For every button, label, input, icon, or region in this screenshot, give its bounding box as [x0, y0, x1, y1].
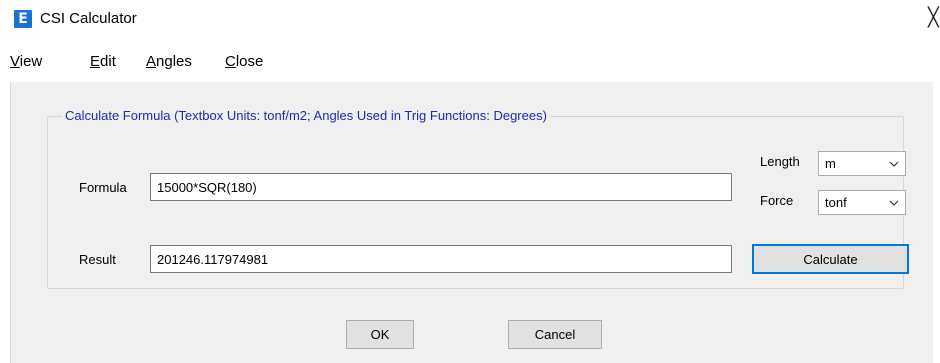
- menu-edit[interactable]: Edit: [90, 52, 116, 72]
- calculate-formula-group: Calculate Formula (Textbox Units: tonf/m…: [47, 107, 909, 289]
- cancel-button[interactable]: Cancel: [508, 320, 602, 349]
- menu-close-mnemonic: C: [225, 53, 236, 70]
- chevron-down-icon: [889, 161, 899, 167]
- length-select-value: m: [825, 156, 836, 171]
- menu-angles-label: ngles: [156, 53, 192, 70]
- menu-view-label: iew: [19, 53, 43, 70]
- menu-angles-mnemonic: A: [146, 53, 157, 70]
- menu-close-label: lose: [235, 53, 264, 70]
- chevron-down-icon: [889, 200, 899, 206]
- csi-calculator-window: E CSI Calculator ╳ View Edit Angles Clos…: [0, 0, 940, 363]
- menu-edit-mnemonic: E: [90, 53, 101, 70]
- formula-label: Formula: [79, 180, 127, 195]
- force-select[interactable]: tonf: [818, 190, 906, 215]
- menu-angles[interactable]: Angles: [146, 52, 192, 72]
- close-icon[interactable]: ╳: [928, 8, 939, 28]
- result-input[interactable]: [150, 245, 732, 273]
- length-select[interactable]: m: [818, 151, 906, 176]
- result-label: Result: [79, 252, 116, 267]
- calculate-button[interactable]: Calculate: [752, 244, 909, 274]
- force-select-value: tonf: [825, 195, 847, 210]
- group-caption: Calculate Formula (Textbox Units: tonf/m…: [62, 107, 550, 125]
- app-logo-icon: E: [14, 10, 32, 28]
- title-bar: E CSI Calculator ╳: [0, 0, 940, 38]
- force-label: Force: [760, 193, 794, 208]
- formula-input[interactable]: [150, 173, 732, 201]
- window-title: CSI Calculator: [40, 10, 137, 27]
- length-label: Length: [760, 154, 800, 169]
- menu-bar: View Edit Angles Close: [0, 38, 940, 74]
- ok-button[interactable]: OK: [346, 320, 414, 349]
- menu-view[interactable]: View: [10, 52, 42, 72]
- menu-edit-label: dit: [100, 53, 116, 70]
- menu-view-mnemonic: V: [10, 53, 20, 70]
- dialog-body: Calculate Formula (Textbox Units: tonf/m…: [10, 82, 933, 363]
- menu-close[interactable]: Close: [225, 52, 263, 72]
